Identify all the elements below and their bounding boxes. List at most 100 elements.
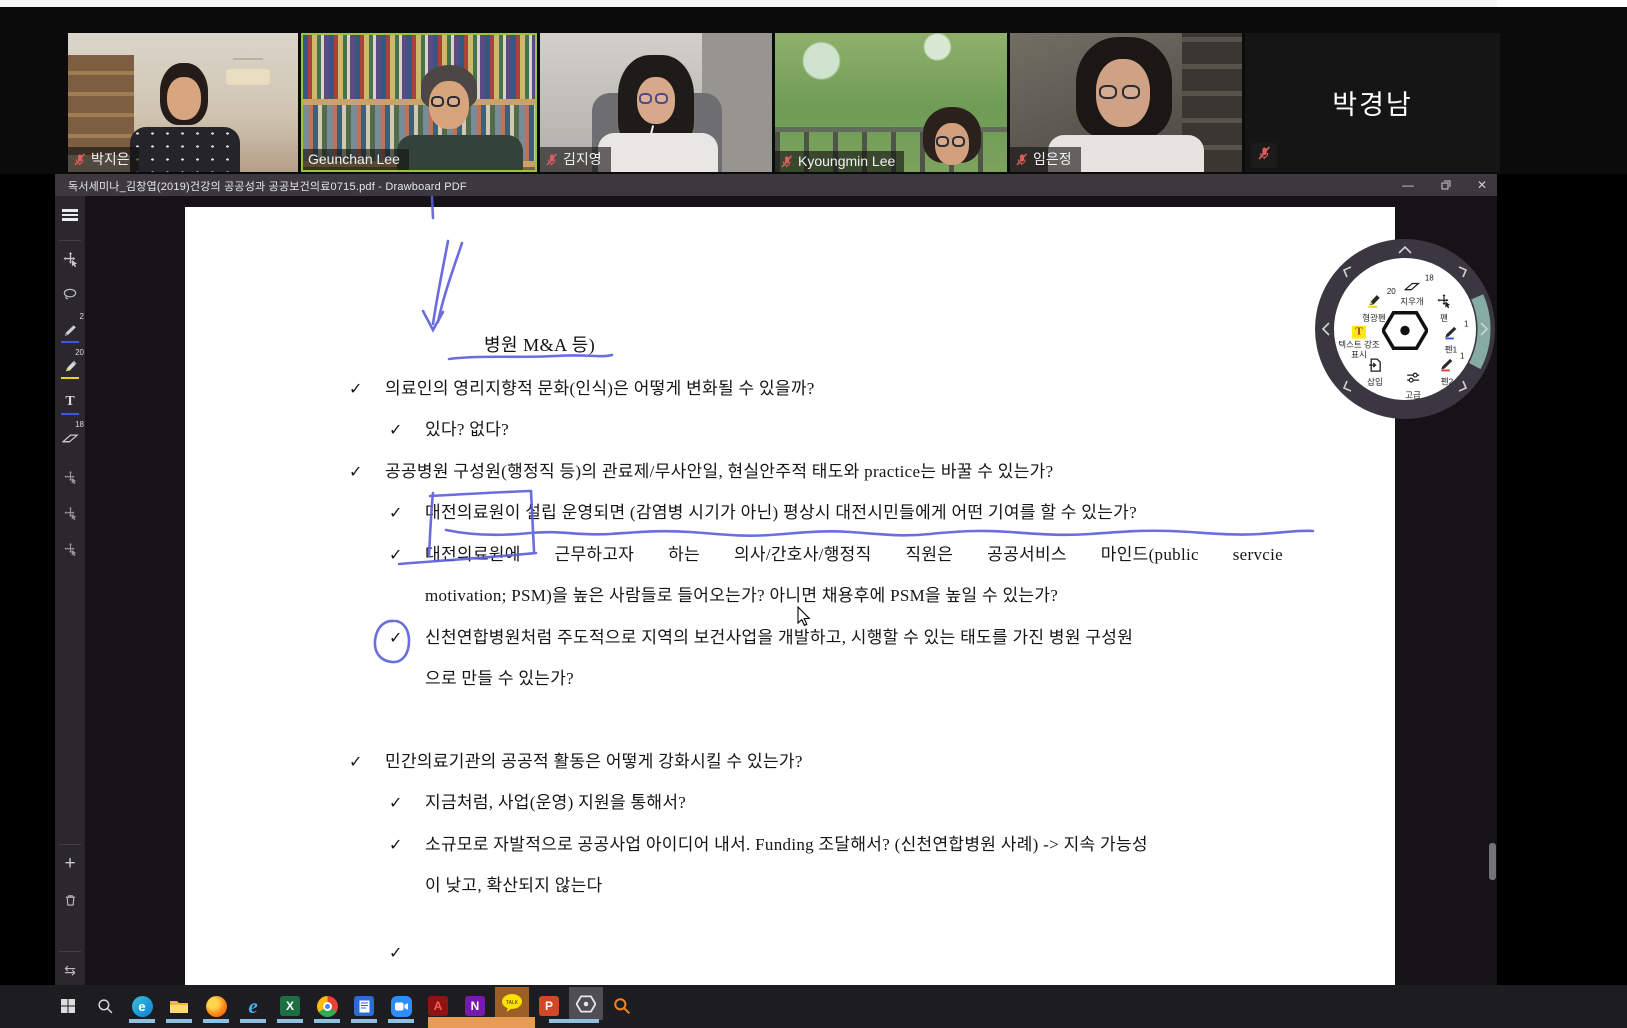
- radial-pen1-tool[interactable]: 1 펜1: [1444, 325, 1459, 356]
- pan-tool-3[interactable]: [55, 534, 85, 564]
- internet-explorer-icon[interactable]: e: [240, 993, 266, 1019]
- mic-muted-icon: [1015, 153, 1028, 166]
- annotation-toolbar: 2 20 T 18 +: [55, 196, 85, 985]
- divider: [59, 240, 81, 241]
- person-torso: [598, 133, 718, 172]
- firefox-app-icon[interactable]: [203, 993, 229, 1019]
- excel-app-icon[interactable]: X: [277, 993, 303, 1019]
- drawboard-hub-button[interactable]: [1382, 310, 1428, 357]
- window-restore-button[interactable]: [1431, 174, 1461, 196]
- pen-color-bar: [61, 341, 79, 344]
- person-glasses: [639, 93, 668, 104]
- radial-eraser-tool[interactable]: 18 지우개: [1400, 279, 1423, 308]
- insert-icon: [1368, 358, 1382, 372]
- powerpoint-app-icon[interactable]: P: [536, 993, 562, 1019]
- edge-app-icon[interactable]: e: [129, 993, 155, 1019]
- nameplate: Geunchan Lee: [303, 149, 409, 170]
- video-tile-kyoungmin-lee[interactable]: Kyoungmin Lee: [775, 33, 1007, 172]
- radial-advanced-tool[interactable]: 고급: [1405, 371, 1421, 401]
- radial-pen2-tool[interactable]: 1 펜2: [1440, 357, 1455, 388]
- lasso-tool[interactable]: [55, 279, 85, 309]
- acrobat-glyph: A: [428, 996, 448, 1016]
- window-title: 독서세미나_김창엽(2019)건강의 공공성과 공공보건의료0715.pdf -…: [68, 178, 467, 194]
- delete-button[interactable]: [55, 885, 85, 915]
- participant-name: Geunchan Lee: [308, 151, 400, 167]
- participant-name: 박지은: [91, 149, 130, 169]
- add-page-button[interactable]: +: [55, 848, 85, 878]
- acrobat-app-icon[interactable]: A: [425, 993, 451, 1019]
- label: 팬: [1437, 314, 1451, 324]
- window-close-button[interactable]: ✕: [1467, 174, 1497, 196]
- doc-line: 이 낮고, 확산되지 않는다: [389, 871, 603, 896]
- undo-redo-button[interactable]: ⇆: [55, 955, 85, 985]
- running-indicator: [314, 1019, 340, 1023]
- radial-tool-wheel[interactable]: 18 지우개 20 형광펜 팬 T 텍스트 강조 표시 1 펜1 삽입: [1312, 236, 1498, 422]
- search-tool-app-icon[interactable]: [609, 993, 635, 1019]
- chrome-app-icon[interactable]: [314, 993, 340, 1019]
- badge: 20: [1387, 287, 1396, 296]
- decor-shelf: [68, 55, 134, 155]
- running-indicator: [277, 1019, 303, 1023]
- select-tool[interactable]: [55, 244, 85, 274]
- nameplate: 김지영: [540, 147, 611, 172]
- participant-name: Kyoungmin Lee: [798, 153, 895, 169]
- person-face: [167, 77, 201, 120]
- drawboard-app-tile[interactable]: [569, 987, 603, 1020]
- zoom-app-icon[interactable]: [388, 993, 414, 1019]
- window-minimize-button[interactable]: —: [1393, 174, 1423, 196]
- participant-name: 임은정: [1033, 149, 1072, 169]
- kakaotalk-app-tile[interactable]: TALK: [495, 987, 529, 1020]
- radial-text-highlight-tool[interactable]: T 텍스트 강조 표시: [1335, 322, 1383, 361]
- pan-tool-1[interactable]: [55, 462, 85, 492]
- pen-tool[interactable]: 2: [55, 315, 85, 345]
- video-tile-kimjiyoung[interactable]: 김지영: [540, 33, 772, 172]
- pen-icon: [63, 323, 78, 338]
- restore-icon: [1441, 180, 1451, 190]
- radial-pan-tool[interactable]: 팬: [1437, 294, 1451, 324]
- highlighter-count-badge: 20: [75, 348, 84, 357]
- radial-insert-tool[interactable]: 삽입: [1367, 358, 1383, 388]
- doc-glyph: [354, 996, 374, 1016]
- highlighter-tool[interactable]: 20: [55, 351, 85, 381]
- hexagon-logo-icon: [576, 995, 596, 1013]
- scrollbar-thumb[interactable]: [1489, 843, 1496, 880]
- running-indicator: [166, 1019, 192, 1023]
- eraser-tool[interactable]: 18: [55, 423, 85, 453]
- video-tile-parkjieun[interactable]: 박지은: [68, 33, 298, 172]
- badge: 1: [1464, 320, 1468, 329]
- start-button[interactable]: [55, 993, 81, 1019]
- pan-tool-2[interactable]: [55, 498, 85, 528]
- video-tile-parkkyungnam[interactable]: 박경남: [1245, 33, 1500, 172]
- participant-name: 김지영: [563, 149, 602, 169]
- video-tile-geunchan-lee[interactable]: Geunchan Lee: [301, 33, 537, 172]
- edge-glyph: e: [132, 996, 153, 1017]
- text-tool[interactable]: T: [55, 387, 85, 417]
- doc-line: ✓의료인의 영리지향적 문화(인식)은 어떻게 변화될 수 있을까?: [349, 374, 815, 399]
- pen-icon: [1444, 325, 1459, 340]
- pen-count-badge: 2: [80, 312, 84, 321]
- running-indicator: [240, 1019, 266, 1023]
- badge: 1: [1460, 352, 1464, 361]
- running-indicator: [388, 1019, 414, 1023]
- onenote-app-icon[interactable]: N: [462, 993, 488, 1019]
- menu-button[interactable]: [55, 200, 85, 230]
- windows-logo-icon: [60, 998, 76, 1014]
- screen: 박지은 Geunchan Lee: [0, 0, 1627, 1028]
- window-titlebar[interactable]: 독서세미나_김창엽(2019)건강의 공공성과 공공보건의료0715.pdf -…: [55, 174, 1497, 196]
- nameplate: 박지은: [68, 147, 139, 172]
- video-tile-strip: 박지은 Geunchan Lee: [0, 7, 1627, 174]
- running-indicator: [549, 1019, 575, 1023]
- document-app-icon[interactable]: [351, 993, 377, 1019]
- pen-icon: [1440, 357, 1455, 372]
- participant-name: 박경남: [1245, 33, 1500, 172]
- taskbar-search-button[interactable]: [92, 993, 118, 1019]
- divider: [59, 844, 81, 845]
- doc-line: ✓민간의료기관의 공공적 활동은 어떻게 강화시킬 수 있는가?: [349, 747, 803, 772]
- svg-text:TALK: TALK: [506, 1000, 519, 1006]
- video-tile-imeunjung[interactable]: 임은정: [1010, 33, 1242, 172]
- highlighter-icon: [1366, 292, 1382, 308]
- radial-highlighter-tool[interactable]: 20 형광펜: [1362, 292, 1385, 324]
- label: 펜2: [1440, 378, 1455, 388]
- move-cursor-icon: [64, 507, 77, 520]
- file-explorer-icon[interactable]: [166, 993, 192, 1019]
